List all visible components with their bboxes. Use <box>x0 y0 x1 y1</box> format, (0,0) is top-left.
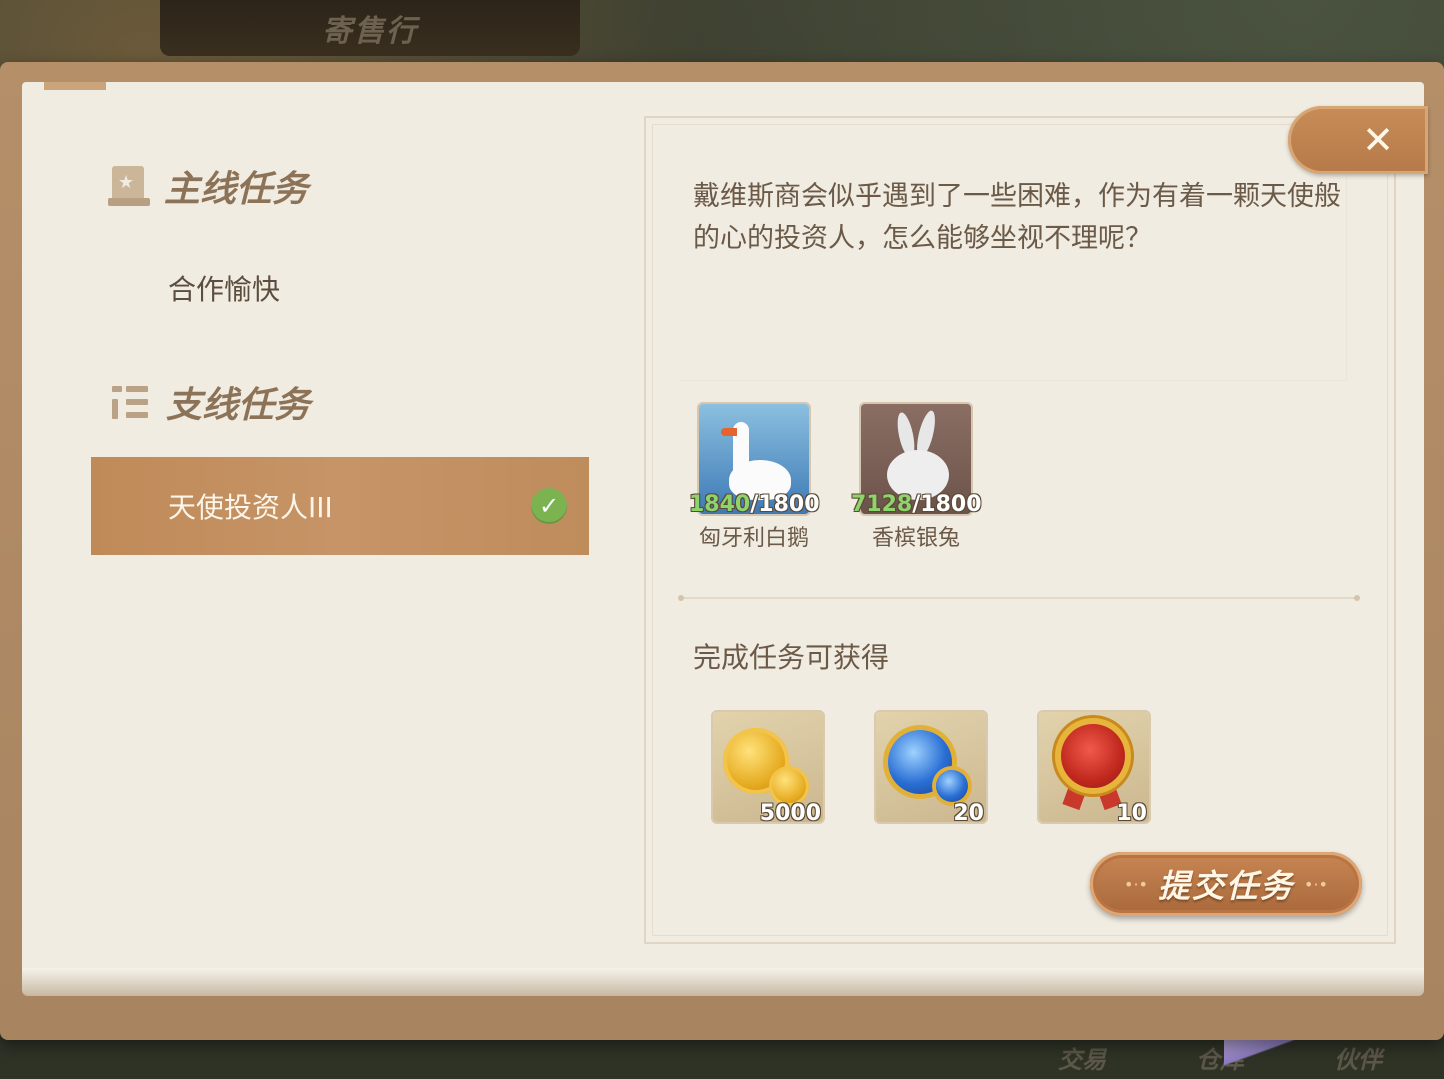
close-button[interactable]: ✕ <box>1288 106 1428 174</box>
requirement-item-rabbit[interactable]: 7128/1800 香槟银兔 <box>851 404 982 552</box>
list-icon <box>108 382 152 422</box>
reward-blue-gem[interactable]: 20 <box>876 712 986 826</box>
side-quest-header: 支线任务 <box>108 376 310 428</box>
scroll-star-icon: ★ <box>106 164 150 208</box>
section-divider <box>678 595 1360 601</box>
submit-quest-label: 提交任务 <box>1157 867 1294 905</box>
main-quest-header: ★ 主线任务 <box>106 160 308 212</box>
quest-item-selected[interactable]: 天使投资人III ✓ <box>91 457 589 555</box>
top-banner: 寄售行 <box>160 0 580 56</box>
quest-description: 戴维斯商会似乎遇到了一些困难，作为有着一颗天使般的心的投资人，怎么能够坐视不理呢… <box>693 181 1341 254</box>
submit-quest-button[interactable]: •·• 提交任务 •·• <box>1090 852 1362 916</box>
tab-marker <box>44 82 106 90</box>
requirement-name: 匈牙利白鹅 <box>698 526 809 551</box>
reward-amount: 20 <box>953 801 984 826</box>
top-banner-title: 寄售行 <box>322 14 418 49</box>
main-quest-title: 主线任务 <box>164 168 309 210</box>
nav-trade[interactable]: 交易 <box>1058 1040 1106 1075</box>
requirement-name: 香槟银兔 <box>871 526 960 551</box>
paper-roll-edge <box>22 968 1424 996</box>
quest-item-label: 天使投资人III <box>168 491 333 524</box>
reward-title: 完成任务可获得 <box>693 641 890 674</box>
close-icon: ✕ <box>1362 118 1394 162</box>
reward-amount: 5000 <box>759 801 821 826</box>
medal-icon <box>1061 724 1125 788</box>
reward-gold-coin[interactable]: 5000 <box>713 712 823 826</box>
requirement-count: 1840/1800 <box>689 492 820 517</box>
reward-medal[interactable]: 10 <box>1039 712 1149 826</box>
requirement-item-goose[interactable]: 1840/1800 匈牙利白鹅 <box>689 404 820 552</box>
requirement-count: 7128/1800 <box>851 492 982 517</box>
reward-amount: 10 <box>1116 801 1147 826</box>
side-quest-title: 支线任务 <box>166 384 311 426</box>
check-icon: ✓ <box>531 488 567 524</box>
quest-item-main[interactable]: 合作愉快 <box>168 268 280 308</box>
